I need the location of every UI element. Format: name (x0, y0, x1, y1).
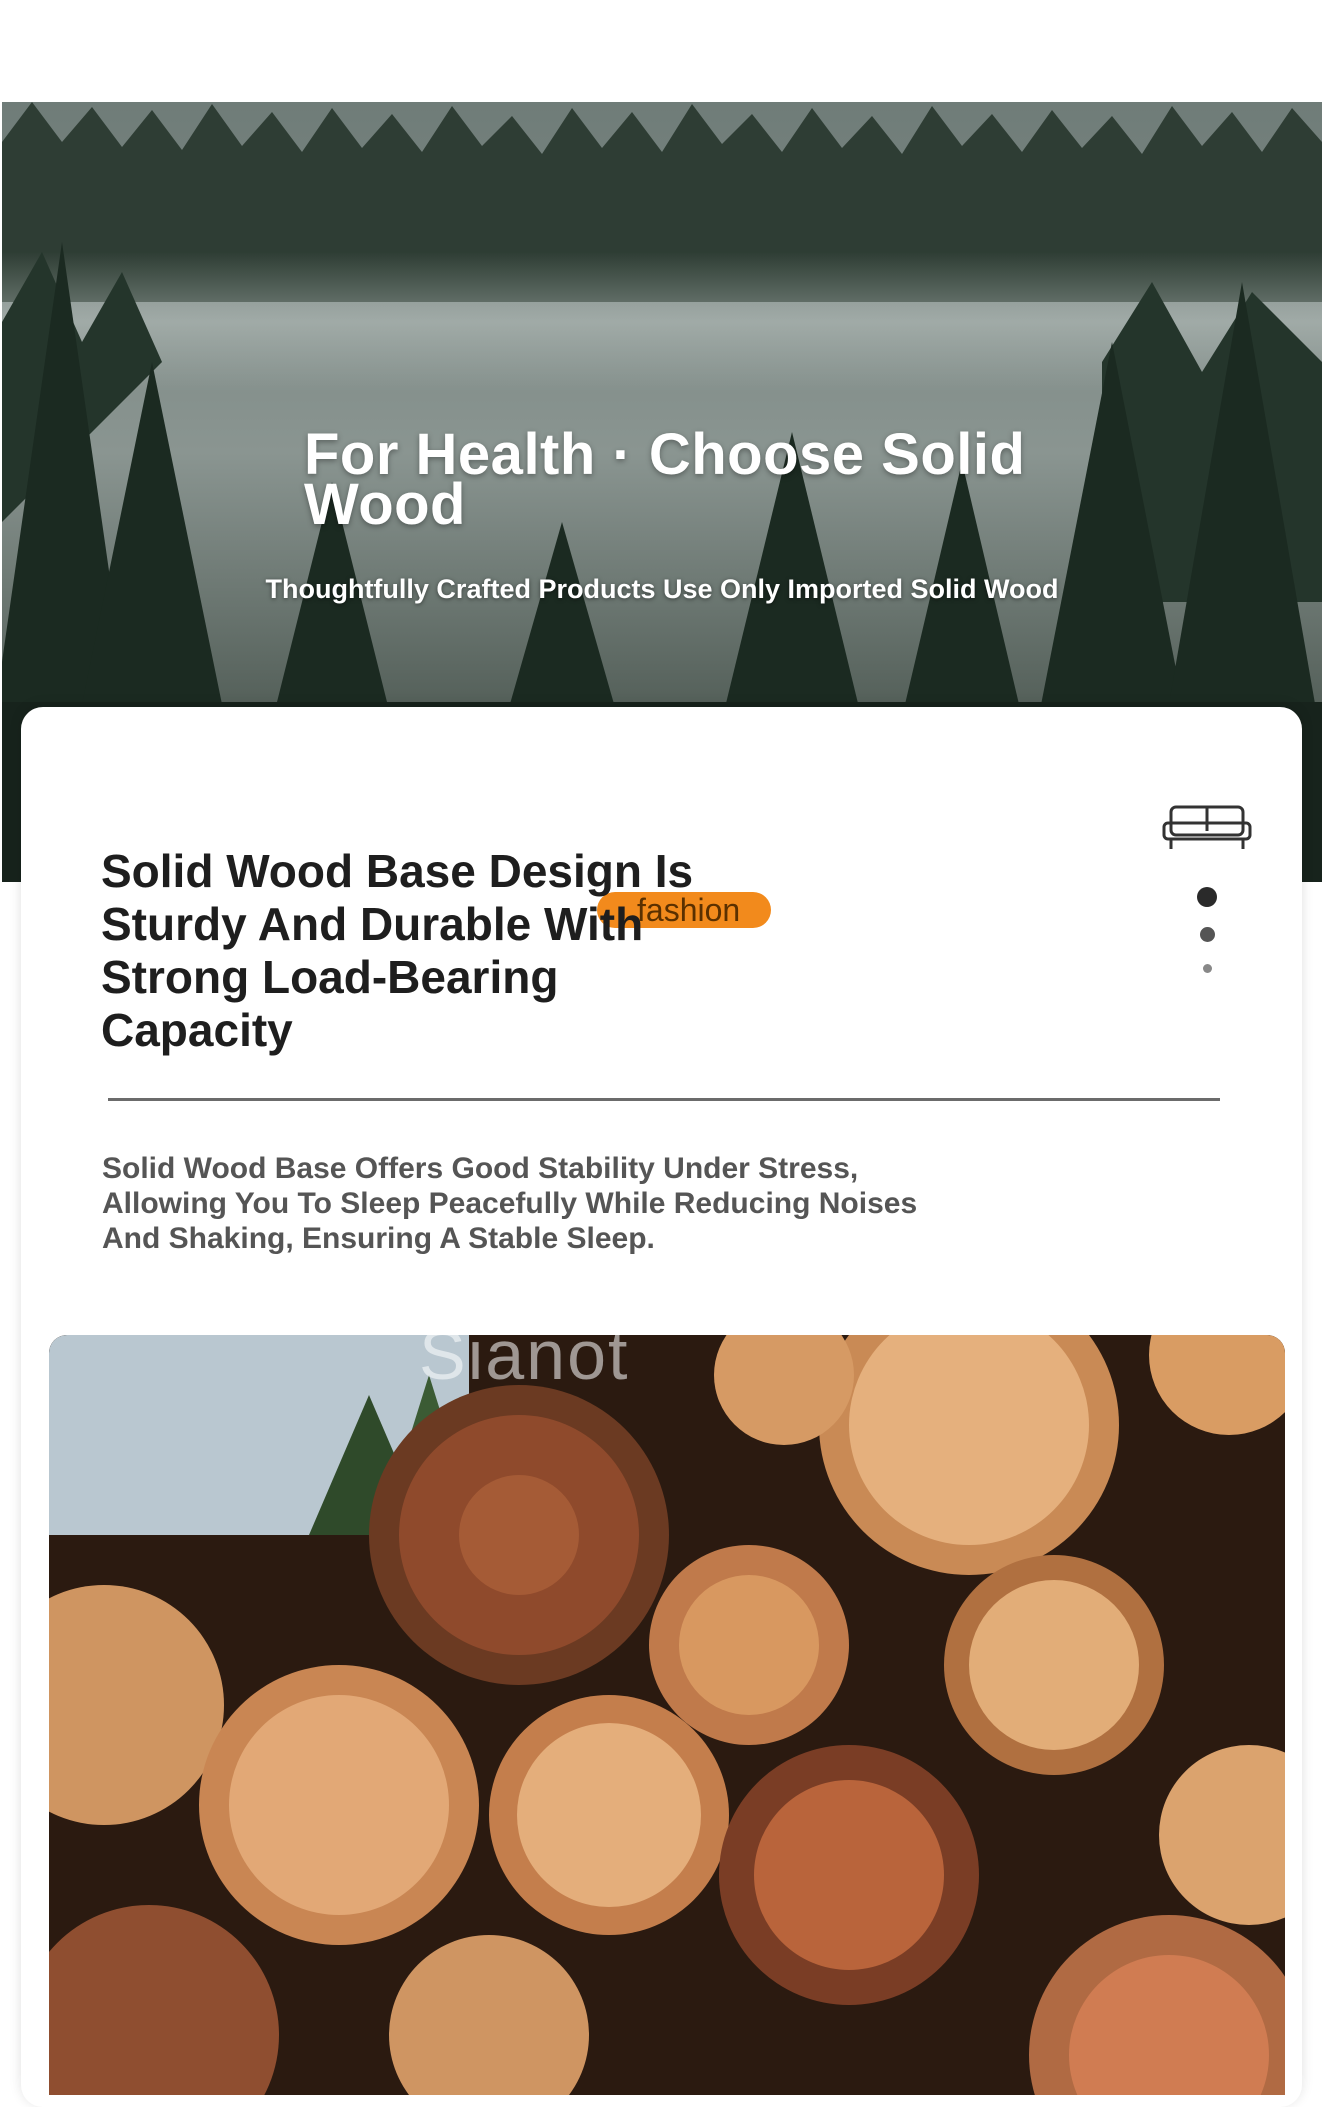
wood-logs-image (49, 1335, 1285, 2095)
wood-logs-photo: Sianot (49, 1335, 1285, 2095)
pager-dot-active[interactable] (1197, 887, 1217, 907)
hero-subtitle: Thoughtfully Crafted Products Use Only I… (265, 574, 1059, 604)
sofa-icon (1162, 805, 1252, 849)
feature-title: Solid Wood Base Design Is Sturdy And Dur… (101, 845, 694, 1056)
divider (108, 1098, 1220, 1101)
photo-watermark: Sianot (419, 1335, 630, 1394)
carousel-pager (1193, 887, 1221, 973)
pager-dot[interactable] (1199, 927, 1215, 942)
pager-dot[interactable] (1202, 964, 1212, 973)
hero-title: For Health · Choose Solid Wood (304, 422, 1026, 537)
feature-card: fashion Solid Wood Base Design Is Sturdy… (21, 707, 1302, 2107)
feature-description: Solid Wood Base Offers Good Stability Un… (102, 1152, 918, 1255)
